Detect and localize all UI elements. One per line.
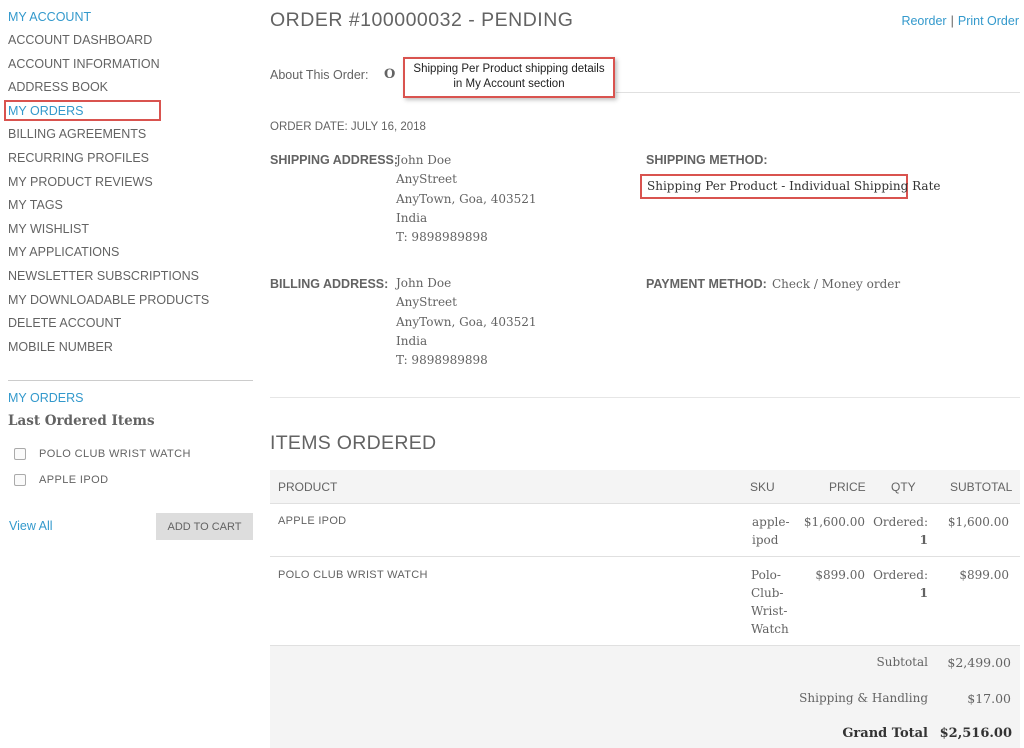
nav-recurring-profiles[interactable]: RECURRING PROFILES — [8, 148, 209, 172]
qty-value: 1 — [919, 586, 928, 600]
table-row-price: $1,600.00 — [803, 515, 865, 529]
list-item: APPLE IPOD — [14, 467, 191, 493]
last-ordered-items-heading: Last Ordered Items — [8, 413, 155, 429]
sku-line: apple- — [752, 515, 790, 529]
nav-my-wishlist[interactable]: MY WISHLIST — [8, 219, 209, 243]
nav-my-product-reviews[interactable]: MY PRODUCT REVIEWS — [8, 172, 209, 196]
shipping-address-label: SHIPPING ADDRESS: — [270, 153, 399, 167]
table-row-sku: apple- ipod — [752, 513, 790, 549]
qty-value: 1 — [919, 533, 928, 547]
callout-line-1: Shipping Per Product shipping details — [413, 63, 605, 75]
section-divider — [270, 397, 1020, 398]
address-line: India — [396, 210, 428, 225]
item-checkbox[interactable] — [14, 474, 26, 486]
column-header-price: PRICE — [829, 480, 866, 494]
table-row-subtotal: $899.00 — [959, 568, 1009, 582]
list-item: POLO CLUB WRIST WATCH — [14, 441, 191, 467]
item-checkbox[interactable] — [14, 448, 26, 460]
about-order-tab[interactable]: O — [384, 67, 395, 82]
address-line: John Doe — [396, 276, 452, 290]
page-title: ORDER #100000032 - PENDING — [270, 9, 574, 31]
table-row-sku: Polo- Club- Wrist- Watch — [751, 566, 789, 638]
column-header-sku: SKU — [750, 480, 775, 494]
grand-total-label: Grand Total — [842, 726, 928, 741]
order-actions: Reorder | Print Order — [901, 14, 1019, 28]
order-date: ORDER DATE: JULY 16, 2018 — [270, 121, 426, 133]
table-row-qty: Ordered: 1 — [872, 513, 928, 549]
shipping-handling-value: $17.00 — [967, 691, 1011, 706]
nav-billing-agreements[interactable]: BILLING AGREEMENTS — [8, 124, 209, 148]
address-line: AnyStreet — [396, 172, 457, 187]
sku-line: Polo- — [751, 568, 781, 582]
last-ordered-item-name[interactable]: POLO CLUB WRIST WATCH — [39, 448, 191, 460]
address-line: John Doe — [396, 153, 452, 167]
address-line: T: 9898989898 — [396, 353, 488, 368]
table-row-price: $899.00 — [815, 568, 865, 582]
sku-line: ipod — [752, 533, 779, 547]
column-header-product: PRODUCT — [278, 480, 338, 494]
nav-mobile-number[interactable]: MOBILE NUMBER — [8, 337, 209, 361]
add-to-cart-button[interactable]: ADD TO CART — [156, 513, 253, 540]
nav-my-tags[interactable]: MY TAGS — [8, 195, 209, 219]
subtotal-label: Subtotal — [876, 655, 929, 669]
account-nav: ACCOUNT DASHBOARD ACCOUNT INFORMATION AD… — [8, 30, 209, 360]
address-line: T: 9898989898 — [396, 230, 488, 245]
callout-line-2: in My Account section — [453, 78, 565, 90]
nav-my-downloadable-products[interactable]: MY DOWNLOADABLE PRODUCTS — [8, 290, 209, 314]
my-account-title: MY ACCOUNT — [8, 10, 92, 24]
last-ordered-item-name[interactable]: APPLE IPOD — [39, 474, 108, 486]
grand-total-value: $2,516.00 — [939, 726, 1012, 741]
table-row-qty: Ordered: 1 — [872, 566, 928, 602]
table-row-subtotal: $1,600.00 — [947, 515, 1009, 529]
view-all-link[interactable]: View All — [9, 519, 53, 533]
annotation-callout: Shipping Per Product shipping details in… — [403, 57, 615, 98]
column-header-qty: QTY — [891, 480, 916, 494]
shipping-handling-label: Shipping & Handling — [799, 691, 928, 705]
sku-line: Watch — [751, 622, 789, 636]
billing-address: John Doe AnyStreet AnyTown, Goa, 403521 … — [396, 274, 537, 370]
shipping-address: John Doe AnyStreet AnyTown, Goa, 403521 … — [396, 151, 537, 247]
subtotal-value: $2,499.00 — [947, 655, 1011, 670]
qty-label: Ordered: — [873, 568, 928, 582]
nav-newsletter-subscriptions[interactable]: NEWSLETTER SUBSCRIPTIONS — [8, 266, 209, 290]
nav-my-applications[interactable]: MY APPLICATIONS — [8, 242, 209, 266]
qty-label: Ordered: — [873, 515, 928, 529]
address-line: India — [396, 333, 428, 348]
column-header-subtotal: SUBTOTAL — [950, 480, 1013, 494]
my-orders-highlight-box — [4, 100, 161, 121]
table-row-product: APPLE IPOD — [278, 515, 347, 527]
shipping-method-value: Shipping Per Product - Individual Shippi… — [640, 174, 941, 199]
nav-delete-account[interactable]: DELETE ACCOUNT — [8, 313, 209, 337]
my-orders-block-title[interactable]: MY ORDERS — [8, 391, 83, 405]
link-separator: | — [950, 14, 954, 28]
sku-line: Club- — [751, 586, 784, 600]
about-divider — [616, 92, 1020, 93]
shipping-method-label: SHIPPING METHOD: — [646, 153, 768, 167]
address-line: AnyTown, Goa, 403521 — [396, 314, 537, 329]
nav-account-information[interactable]: ACCOUNT INFORMATION — [8, 54, 209, 78]
nav-account-dashboard[interactable]: ACCOUNT DASHBOARD — [8, 30, 209, 54]
sku-line: Wrist- — [751, 604, 788, 618]
nav-address-book[interactable]: ADDRESS BOOK — [8, 77, 209, 101]
items-ordered-title: ITEMS ORDERED — [270, 432, 437, 454]
reorder-link[interactable]: Reorder — [901, 14, 946, 28]
sidebar-divider — [8, 380, 253, 381]
address-line: AnyTown, Goa, 403521 — [396, 191, 537, 206]
payment-method-label: PAYMENT METHOD: — [646, 277, 767, 291]
last-ordered-list: POLO CLUB WRIST WATCH APPLE IPOD — [14, 441, 191, 493]
about-this-order-label: About This Order: — [270, 68, 369, 82]
address-line: AnyStreet — [396, 295, 457, 310]
row-divider — [270, 556, 1020, 557]
table-row-product: POLO CLUB WRIST WATCH — [278, 569, 428, 581]
billing-address-label: BILLING ADDRESS: — [270, 277, 389, 291]
payment-method-value: Check / Money order — [772, 277, 901, 291]
print-order-link[interactable]: Print Order — [958, 14, 1019, 28]
